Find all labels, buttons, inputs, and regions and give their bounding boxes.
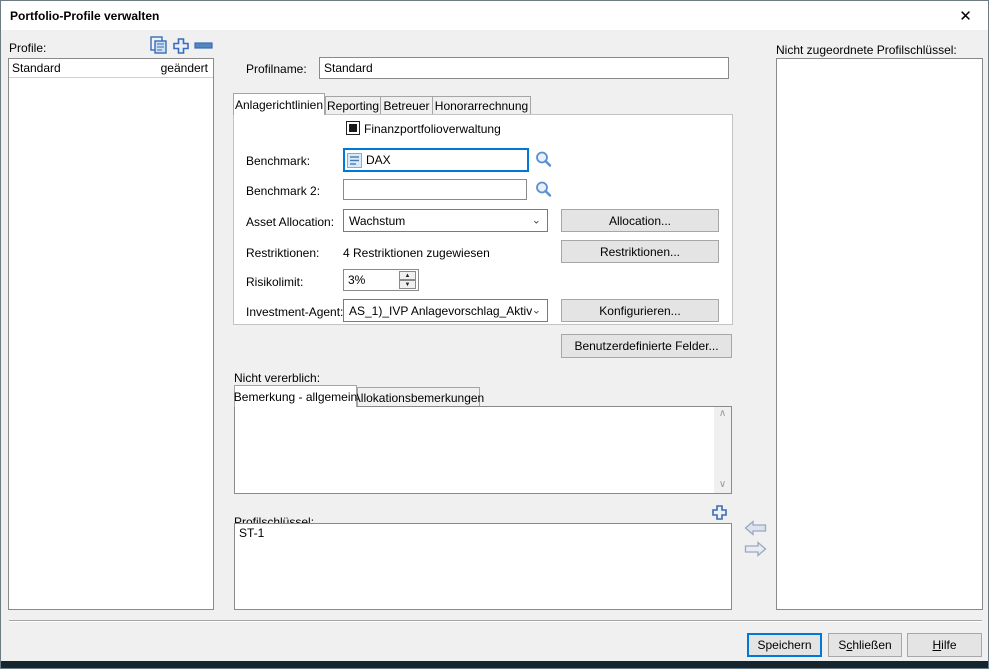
- benchmark-label: Benchmark:: [246, 154, 310, 168]
- window-title: Portfolio-Profile verwalten: [10, 9, 159, 23]
- finanzportfolioverwaltung-checkbox[interactable]: [346, 121, 360, 135]
- title-bar: Portfolio-Profile verwalten ✕: [1, 1, 988, 31]
- chevron-down-icon: ⌄: [532, 303, 541, 316]
- speichern-button[interactable]: Speichern: [747, 633, 822, 657]
- spinner-up-icon[interactable]: ▲: [399, 271, 416, 280]
- profiles-label: Profile:: [9, 41, 46, 55]
- move-left-icon[interactable]: [744, 520, 767, 536]
- tab-betreuer[interactable]: Betreuer: [380, 96, 433, 115]
- add-profile-icon[interactable]: [172, 37, 190, 55]
- add-key-icon[interactable]: [711, 504, 728, 521]
- risikolimit-label: Risikolimit:: [246, 275, 303, 289]
- profile-status: geändert: [161, 61, 208, 75]
- nicht-vererblich-label: Nicht vererblich:: [234, 371, 320, 385]
- restriktionen-value: 4 Restriktionen zugewiesen: [343, 246, 490, 260]
- bemerkung-textarea[interactable]: ∧ ∨: [234, 406, 732, 494]
- textarea-scrollbar[interactable]: ∧ ∨: [714, 407, 731, 493]
- profilschluessel-item[interactable]: ST-1: [235, 524, 731, 542]
- profile-list-item[interactable]: Standard geändert: [9, 59, 213, 78]
- profile-list[interactable]: Standard geändert: [8, 58, 214, 610]
- footer-separator: [9, 620, 982, 621]
- benchmark2-search-icon[interactable]: [534, 180, 553, 199]
- benchmark-type-icon: [347, 153, 362, 168]
- tab-anlagerichtlinien[interactable]: Anlagerichtlinien: [233, 93, 325, 115]
- profilschluessel-list[interactable]: ST-1: [234, 523, 732, 610]
- unassigned-keys-list[interactable]: [776, 58, 983, 610]
- allocation-button[interactable]: Allocation...: [561, 209, 719, 232]
- investment-agent-select[interactable]: AS_1)_IVP Anlagevorschlag_Aktiv ⌄: [343, 299, 548, 322]
- investment-agent-label: Investment-Agent:: [246, 305, 343, 319]
- restriktionen-label: Restriktionen:: [246, 246, 319, 260]
- benchmark2-label: Benchmark 2:: [246, 184, 320, 198]
- tab-honorarrechnung[interactable]: Honorarrechnung: [432, 96, 531, 115]
- finanzportfolioverwaltung-label: Finanzportfolioverwaltung: [364, 122, 501, 136]
- risikolimit-spinner[interactable]: 3% ▲ ▼: [343, 269, 419, 291]
- benchmark2-input[interactable]: [343, 179, 527, 200]
- scroll-down-icon[interactable]: ∨: [719, 478, 726, 493]
- tab-reporting[interactable]: Reporting: [325, 96, 381, 115]
- hilfe-button[interactable]: Hilfe: [907, 633, 982, 657]
- unassigned-keys-label: Nicht zugeordnete Profilschlüssel:: [776, 43, 957, 57]
- benutzerdefinierte-felder-button[interactable]: Benutzerdefinierte Felder...: [561, 334, 732, 358]
- profile-name: Standard: [12, 61, 61, 75]
- schliessen-button[interactable]: Schließen: [828, 633, 902, 657]
- close-icon[interactable]: ✕: [943, 1, 988, 30]
- portfolio-profile-dialog: Portfolio-Profile verwalten ✕ Profile: S…: [0, 0, 989, 669]
- desktop-background-strip: [1, 661, 988, 668]
- profilname-label: Profilname:: [246, 62, 307, 76]
- asset-allocation-select[interactable]: Wachstum ⌄: [343, 209, 548, 232]
- asset-allocation-label: Asset Allocation:: [246, 215, 334, 229]
- profilname-input[interactable]: Standard: [319, 57, 729, 79]
- benchmark-search-icon[interactable]: [534, 150, 553, 169]
- konfigurieren-button[interactable]: Konfigurieren...: [561, 299, 719, 322]
- spinner-down-icon[interactable]: ▼: [399, 280, 416, 289]
- chevron-down-icon: ⌄: [532, 213, 541, 226]
- tab-bemerkung-allgemein[interactable]: Bemerkung - allgemein: [234, 385, 357, 407]
- move-right-icon[interactable]: [744, 541, 767, 557]
- restriktionen-button[interactable]: Restriktionen...: [561, 240, 719, 263]
- tab-allokationsbemerkungen[interactable]: Allokationsbemerkungen: [357, 387, 480, 407]
- remove-profile-icon[interactable]: [194, 42, 213, 50]
- scroll-up-icon[interactable]: ∧: [719, 407, 726, 422]
- copy-profile-icon[interactable]: [148, 35, 169, 55]
- benchmark-input[interactable]: DAX: [343, 148, 529, 172]
